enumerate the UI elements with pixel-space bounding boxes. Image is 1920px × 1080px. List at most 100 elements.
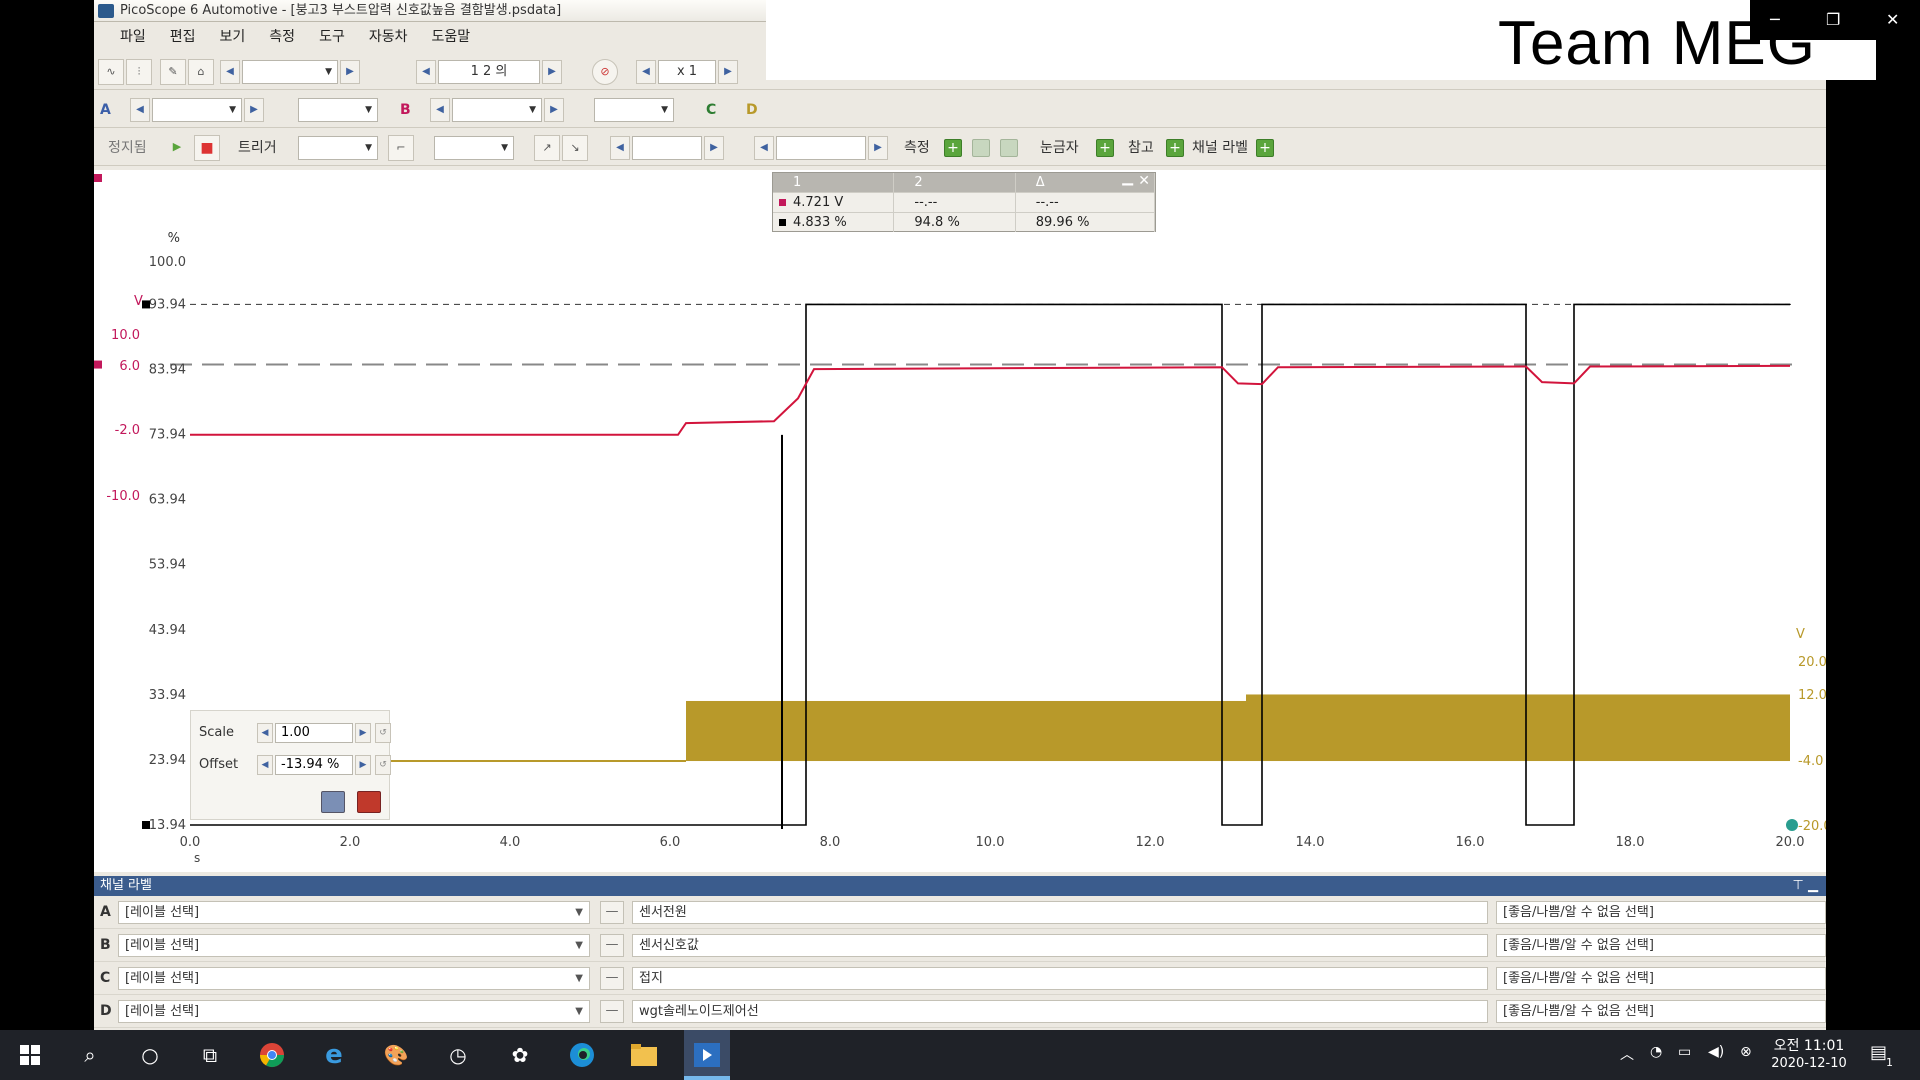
timebase-next-button[interactable]: ▶	[340, 60, 360, 84]
chrome-icon[interactable]	[256, 1039, 288, 1071]
remove-label-button[interactable]: —	[600, 934, 624, 957]
pretrigger-field[interactable]	[776, 136, 866, 160]
app-launcher-icon[interactable]: ✿	[504, 1039, 536, 1071]
offset-decrease-button[interactable]: ◀	[257, 755, 273, 775]
notification-icon[interactable]: ▤	[1870, 1042, 1887, 1063]
measurement-table[interactable]: 1 2 Δ 4.721 V --.-- --.-- 4.833 % 94.8 %…	[772, 170, 1156, 232]
channel-a-range-next[interactable]: ▶	[244, 98, 264, 122]
delete-measurement-button[interactable]	[1000, 139, 1018, 157]
add-reference-button[interactable]: +	[1166, 139, 1184, 157]
pretrigger-prev-button[interactable]: ◀	[754, 136, 774, 160]
pretrigger-next-button[interactable]: ▶	[868, 136, 888, 160]
channel-name-input[interactable]: 센서전원	[632, 901, 1488, 924]
remove-label-button[interactable]: —	[600, 1000, 624, 1023]
show-hidden-icons[interactable]: ︿	[1620, 1044, 1634, 1064]
channel-name-input[interactable]: wgt솔레노이드제어선	[632, 1000, 1488, 1023]
trigger-mode-select[interactable]: ▼	[298, 136, 378, 160]
close-window-icon[interactable]: ✕	[1886, 10, 1899, 29]
rising-edge-icon[interactable]: ↗	[534, 135, 560, 161]
offset-input[interactable]: -13.94 %	[275, 755, 353, 775]
home-icon[interactable]: ⌂	[188, 59, 214, 85]
buffer-field[interactable]: 1 2 의	[438, 60, 540, 84]
timebase-prev-button[interactable]: ◀	[220, 60, 240, 84]
scale-reset-icon[interactable]: ↺	[375, 723, 391, 743]
scale-increase-button[interactable]: ▶	[355, 723, 371, 743]
quality-select[interactable]: [좋음/나쁨/알 수 없음 선택]	[1496, 967, 1826, 990]
quality-select[interactable]: [좋음/나쁨/알 수 없음 선택]	[1496, 1000, 1826, 1023]
edge-icon[interactable]	[566, 1039, 598, 1071]
spectrum-mode-icon[interactable]: ⫶	[126, 59, 152, 85]
search-icon[interactable]: ⌕	[74, 1039, 106, 1071]
channel-a-button[interactable]: A	[100, 98, 111, 122]
label-select[interactable]: [레이블 선택] ▼	[118, 1000, 590, 1023]
add-ruler-button[interactable]: +	[1096, 139, 1114, 157]
zoom-field[interactable]: x 1	[658, 60, 716, 84]
channel-b-range-select[interactable]: ▼	[452, 98, 542, 122]
threshold-next-button[interactable]: ▶	[704, 136, 724, 160]
threshold-field[interactable]	[632, 136, 702, 160]
menu-edit[interactable]: 편집	[158, 24, 208, 50]
channel-b-button[interactable]: B	[400, 98, 411, 122]
label-select[interactable]: [레이블 선택] ▼	[118, 967, 590, 990]
picoscope-taskbar-icon[interactable]	[684, 1030, 730, 1080]
channel-b-coupling-select[interactable]: ▼	[594, 98, 674, 122]
battery-icon[interactable]: ▭	[1678, 1044, 1691, 1060]
panel-pin-icon[interactable]: ⊤ ▁	[1793, 876, 1818, 896]
menu-file[interactable]: 파일	[108, 24, 158, 50]
language-icon[interactable]: ⊗	[1740, 1044, 1752, 1060]
clock-time[interactable]: 오전 11:01	[1772, 1035, 1846, 1055]
wifi-icon[interactable]: ◔	[1650, 1044, 1662, 1060]
channel-d-button[interactable]: D	[746, 98, 758, 122]
label-select[interactable]: [레이블 선택] ▼	[118, 934, 590, 957]
cortana-icon[interactable]: ○	[134, 1039, 166, 1071]
menu-help[interactable]: 도움말	[419, 24, 482, 50]
add-measurement-button[interactable]: +	[944, 139, 962, 157]
label-select[interactable]: [레이블 선택] ▼	[118, 901, 590, 924]
probe-icon[interactable]: ✎	[160, 59, 186, 85]
auto-scale-icon[interactable]	[321, 791, 345, 813]
clock-date[interactable]: 2020-12-10	[1768, 1056, 1850, 1071]
channel-c-button[interactable]: C	[706, 98, 716, 122]
minimize-window-icon[interactable]: ─	[1770, 10, 1780, 29]
paint-icon[interactable]: 🎨	[380, 1039, 412, 1071]
compass-icon[interactable]: ⊘	[592, 59, 618, 85]
menu-automotive[interactable]: 자동차	[357, 24, 420, 50]
title-bar[interactable]: PicoScope 6 Automotive - [붕고3 부스트압력 신호값높…	[94, 0, 766, 22]
volume-icon[interactable]: ◀)	[1708, 1044, 1724, 1060]
menu-tools[interactable]: 도구	[307, 24, 357, 50]
internet-explorer-icon[interactable]: e	[318, 1039, 350, 1071]
edit-measurement-button[interactable]	[972, 139, 990, 157]
task-view-icon[interactable]: ⧉	[194, 1039, 226, 1071]
scope-mode-icon[interactable]: ∿	[98, 59, 124, 85]
start-icon[interactable]: ▶	[164, 135, 190, 161]
buffer-next-button[interactable]: ▶	[542, 60, 562, 84]
restore-window-icon[interactable]: ❐	[1826, 10, 1840, 29]
offset-reset-icon[interactable]: ↺	[375, 755, 391, 775]
add-channel-label-button[interactable]: +	[1256, 139, 1274, 157]
channel-a-range-select[interactable]: ▼	[152, 98, 242, 122]
file-explorer-icon[interactable]	[628, 1039, 660, 1071]
channel-a-coupling-select[interactable]: ▼	[298, 98, 378, 122]
remove-label-button[interactable]: —	[600, 967, 624, 990]
menu-measure[interactable]: 측정	[257, 24, 307, 50]
reset-scale-icon[interactable]	[357, 791, 381, 813]
offset-increase-button[interactable]: ▶	[355, 755, 371, 775]
channel-b-range-next[interactable]: ▶	[544, 98, 564, 122]
remove-label-button[interactable]: —	[600, 901, 624, 924]
channel-name-input[interactable]: 센서신호값	[632, 934, 1488, 957]
threshold-prev-button[interactable]: ◀	[610, 136, 630, 160]
channel-name-input[interactable]: 접지	[632, 967, 1488, 990]
stop-icon[interactable]: ■	[194, 135, 220, 161]
buffer-prev-button[interactable]: ◀	[416, 60, 436, 84]
zoom-prev-button[interactable]: ◀	[636, 60, 656, 84]
close-icon[interactable]: ✕	[1138, 173, 1150, 189]
windows-start-icon[interactable]	[14, 1039, 46, 1071]
scale-decrease-button[interactable]: ◀	[257, 723, 273, 743]
menu-view[interactable]: 보기	[208, 24, 258, 50]
quality-select[interactable]: [좋음/나쁨/알 수 없음 선택]	[1496, 934, 1826, 957]
zoom-next-button[interactable]: ▶	[718, 60, 738, 84]
trigger-source-select[interactable]: ▼	[434, 136, 514, 160]
falling-edge-icon[interactable]: ↘	[562, 135, 588, 161]
trigger-edge-icon[interactable]: ⌐	[388, 135, 414, 161]
scale-input[interactable]: 1.00	[275, 723, 353, 743]
